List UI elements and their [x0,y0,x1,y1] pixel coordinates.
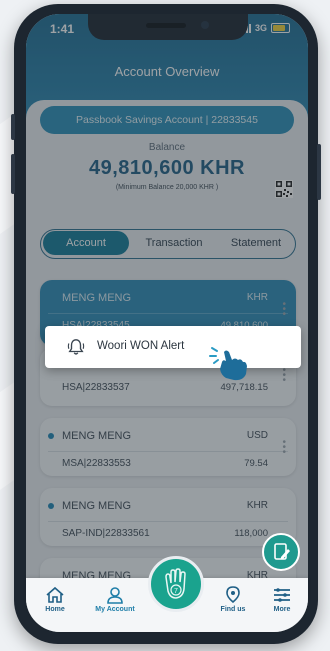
edit-fab-button[interactable] [262,533,300,571]
nav-my-account[interactable]: My Account [84,586,146,613]
nav-home[interactable]: Home [30,586,80,613]
nav-label: More [273,606,291,613]
menu-icon [274,588,290,602]
edit-icon [274,543,290,560]
phone-side-button [11,154,15,194]
center-action-button[interactable]: 7 [148,556,204,612]
alert-label: Woori WON Alert [97,340,185,352]
nav-label: Find us [220,606,246,613]
tap-hand-icon [209,347,247,381]
home-icon [46,586,64,603]
nav-more[interactable]: More [262,586,302,613]
nav-label: Home [45,606,65,613]
hand-logo-icon: 7 [165,568,186,599]
phone-side-button [11,114,15,140]
nav-label: My Account [95,606,135,613]
phone-side-button [317,144,321,200]
location-icon [226,586,240,604]
bell-icon [67,339,85,355]
nav-find-us[interactable]: Find us [208,586,258,613]
user-icon [107,587,123,604]
alert-popup[interactable]: Woori WON Alert [45,326,301,368]
svg-text:7: 7 [174,588,178,595]
